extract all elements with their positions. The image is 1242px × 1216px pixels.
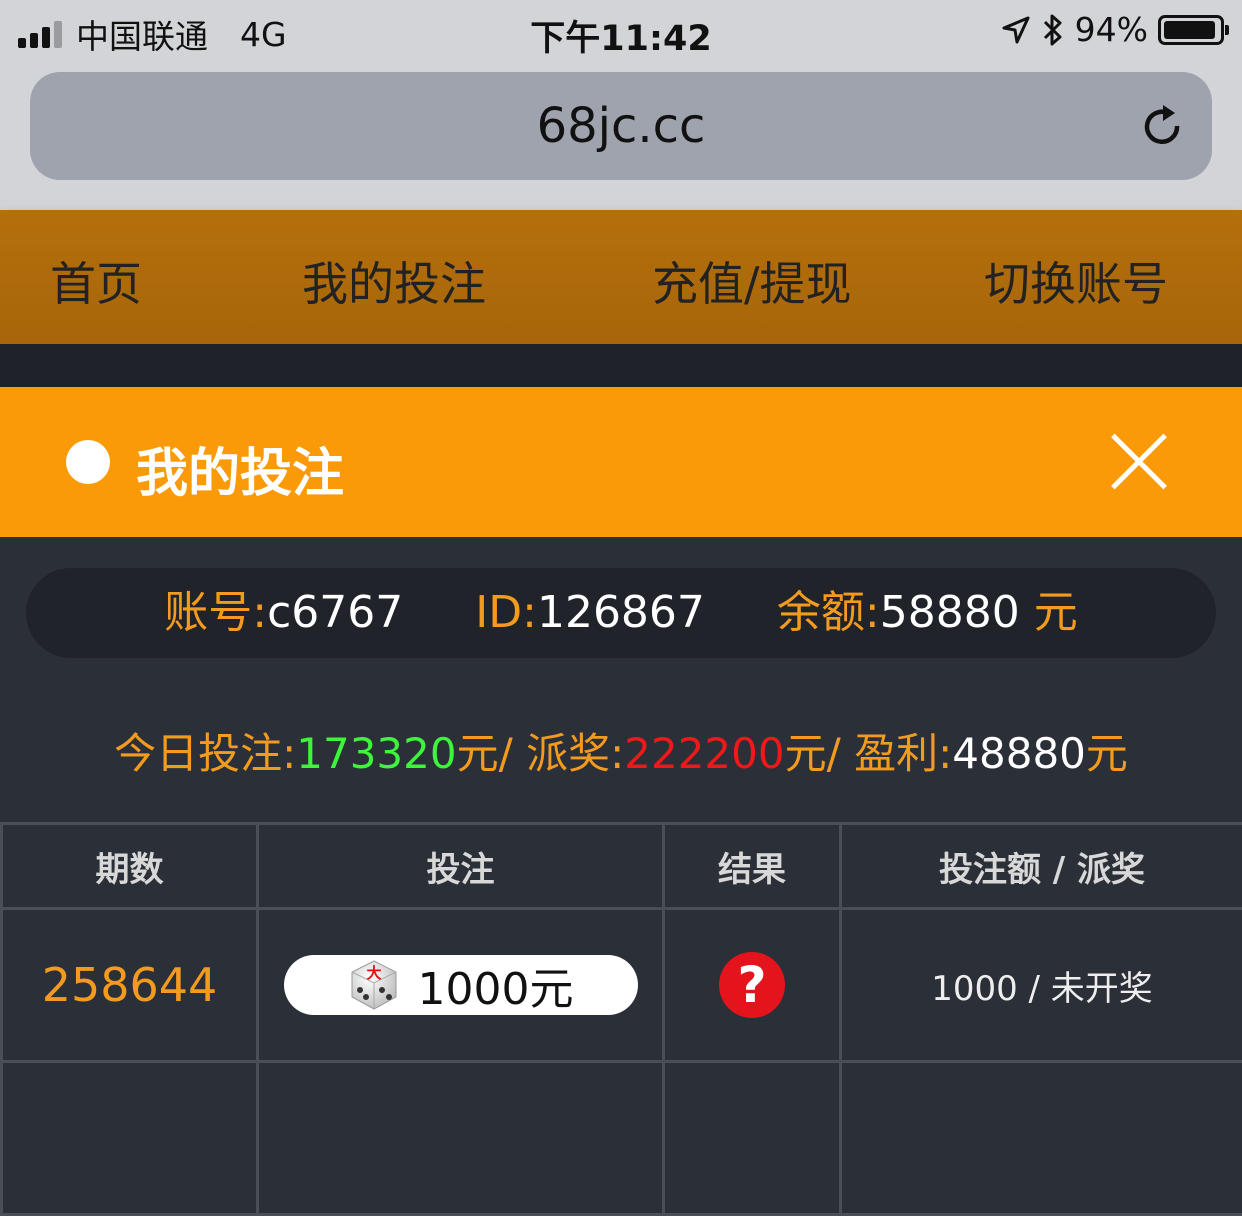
today-summary: 今日投注:173320元/ 派奖:222200元/ 盈利:48880元 [0,720,1242,781]
bets-table: 期数 投注 结果 投注额 / 派奖 258644 [0,822,1242,1216]
modal-title: 我的投注 [136,431,344,506]
partial-cell [2,1062,258,1215]
partial-cell [258,1062,664,1215]
header-issue: 期数 [2,824,258,909]
today-profit-label: 盈利: [854,729,952,778]
status-right: 94% [1001,10,1224,49]
issue-number: 258644 [42,958,218,1012]
today-payout-suffix: 元/ [785,729,855,778]
partial-cell [841,1062,1242,1215]
header-bet: 投注 [258,824,664,909]
account-label: 账号: [164,587,267,638]
modal-header: 我的投注 [0,387,1242,537]
partial-cell [664,1062,841,1215]
account-info: 账号:c6767 ID:126867 余额:58880 元 [26,568,1216,658]
balance-value: 58880 [880,587,1020,638]
today-bet-label: 今日投注: [114,729,296,778]
url-text: 68jc.cc [30,98,1212,154]
nav-shadow-strip [0,344,1242,387]
browser-bar: 68jc.cc [0,66,1242,210]
battery-percent: 94% [1075,10,1148,49]
question-mark-icon: ? [719,952,785,1018]
today-profit-value: 48880 [952,729,1086,778]
nav-home[interactable]: 首页 [50,248,142,314]
account-value: c6767 [267,587,403,638]
bet-cell: 大 1000元 [258,909,664,1062]
bet-amount: 1000元 [418,953,574,1017]
nav-my-bets[interactable]: 我的投注 [302,248,486,314]
status-bar: 中国联通 4G 下午11:42 94% [0,0,1242,66]
nav-deposit-withdraw[interactable]: 充值/提现 [652,248,852,314]
today-payout-value: 222200 [624,729,784,778]
location-arrow-icon [1001,15,1031,45]
top-nav: 首页 我的投注 充值/提现 切换账号 [0,210,1242,344]
table-row: 258644 [2,909,1242,1062]
close-icon[interactable] [1108,431,1170,493]
issue-cell: 258644 [2,909,258,1062]
amount-payout-cell: 1000 / 未开奖 [841,909,1242,1062]
today-payout-label: 派奖: [526,729,624,778]
today-bet-value: 173320 [296,729,456,778]
address-bar[interactable]: 68jc.cc [30,72,1212,180]
bet-pill: 大 1000元 [284,955,638,1015]
today-profit-suffix: 元 [1086,729,1128,778]
table-header-row: 期数 投注 结果 投注额 / 派奖 [2,824,1242,909]
dice-icon: 大 [348,959,400,1011]
reload-icon[interactable] [1138,102,1188,152]
dot-icon [66,440,110,484]
id-value: 126867 [537,587,705,638]
balance-unit: 元 [1020,587,1078,638]
id-label: ID: [475,587,537,638]
table-row-partial [2,1062,1242,1215]
today-bet-suffix: 元/ [457,729,527,778]
bluetooth-icon [1041,13,1065,47]
dice-label: 大 [366,964,381,982]
result-cell: ? [664,909,841,1062]
balance-label: 余额: [777,587,880,638]
amount-payout-text: 1000 / 未开奖 [931,969,1153,1009]
header-result: 结果 [664,824,841,909]
battery-icon [1158,15,1224,45]
header-amount-payout: 投注额 / 派奖 [841,824,1242,909]
nav-switch-account[interactable]: 切换账号 [984,248,1168,314]
